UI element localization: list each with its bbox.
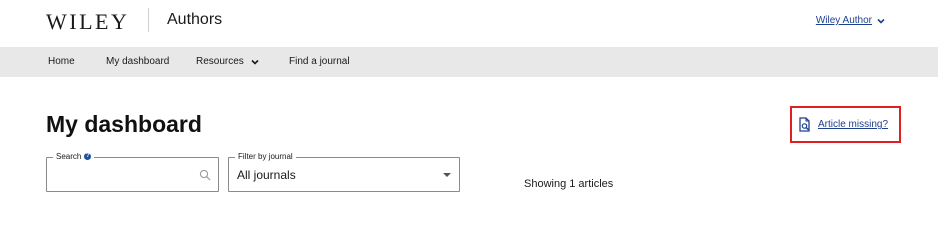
journal-filter-label-wrap: Filter by journal [235,152,296,161]
nav-home[interactable]: Home [48,56,75,67]
journal-filter-label: Filter by journal [238,152,293,161]
article-missing-label[interactable]: Article missing? [818,119,888,130]
account-menu-button[interactable]: Wiley Author [816,15,886,26]
journal-filter-value[interactable]: All journals [237,168,296,182]
nav-my-dashboard[interactable]: My dashboard [106,56,169,67]
dropdown-caret-icon[interactable] [443,173,451,177]
brand-subtitle: Authors [167,11,223,28]
page-title: My dashboard [46,111,202,137]
nav-resources[interactable]: Resources [196,56,260,67]
help-icon[interactable]: ? [84,153,92,160]
search-field[interactable]: Search ? [46,152,219,192]
wiley-logo[interactable]: WILEY [46,9,129,35]
results-count: Showing 1 articles [524,178,614,190]
nav-find-journal[interactable]: Find a journal [289,56,350,67]
nav-find-journal-label[interactable]: Find a journal [289,56,350,67]
journal-filter-select[interactable]: Filter by journal All journals [228,152,460,192]
nav-home-label[interactable]: Home [48,56,75,67]
search-label: Search [56,152,82,161]
chevron-down-icon [251,59,259,65]
logo-divider [148,8,149,32]
top-header: WILEY Authors Wiley Author [0,0,938,47]
search-icon[interactable] [199,169,211,181]
document-search-icon [799,117,810,132]
account-name[interactable]: Wiley Author [816,15,872,26]
chevron-down-icon [877,18,885,24]
main-navigation: Home My dashboard Resources Find a journ… [0,47,938,77]
nav-resources-label[interactable]: Resources [196,56,244,67]
article-missing-link[interactable]: Article missing? [790,106,901,143]
nav-my-dashboard-label[interactable]: My dashboard [106,56,169,67]
search-label-wrap: Search ? [53,152,95,161]
